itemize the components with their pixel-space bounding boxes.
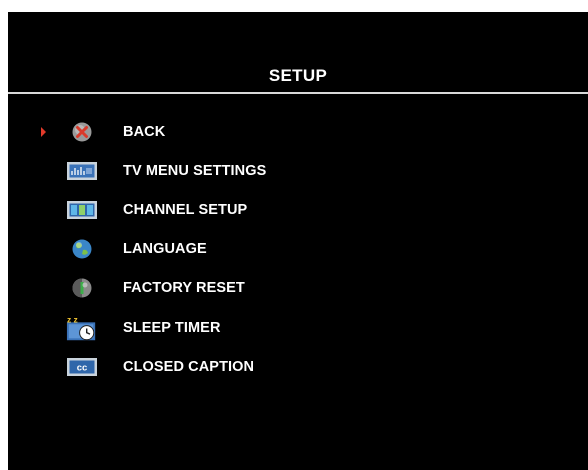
back-icon bbox=[66, 119, 98, 145]
menu-item-sleep-timer[interactable]: z z SLEEP TIMER bbox=[8, 308, 588, 347]
menu-item-closed-caption[interactable]: cc CLOSED CAPTION bbox=[8, 347, 588, 386]
menu-item-label: SLEEP TIMER bbox=[123, 319, 221, 336]
menu-item-label: CHANNEL SETUP bbox=[123, 201, 248, 218]
cc-label: cc bbox=[77, 362, 88, 373]
menu-item-label: LANGUAGE bbox=[123, 241, 207, 258]
setup-menu-panel: SETUP BACK TV MENU SETTINGS CHANNEL SETU… bbox=[8, 12, 588, 470]
language-icon bbox=[66, 236, 98, 262]
closed-caption-icon: cc bbox=[66, 354, 98, 380]
menu-item-channel-setup[interactable]: CHANNEL SETUP bbox=[8, 190, 588, 229]
tv-menu-settings-icon bbox=[66, 158, 98, 184]
menu-item-label: TV MENU SETTINGS bbox=[123, 162, 267, 179]
menu-item-label: CLOSED CAPTION bbox=[123, 358, 255, 375]
channel-setup-icon bbox=[66, 197, 98, 223]
menu-item-label: BACK bbox=[123, 123, 166, 140]
menu-title: SETUP bbox=[268, 66, 328, 85]
title-divider bbox=[8, 92, 588, 94]
sleep-timer-icon: z z bbox=[66, 314, 98, 341]
menu-item-factory-reset[interactable]: FACTORY RESET bbox=[8, 269, 588, 308]
menu-item-back[interactable]: BACK bbox=[8, 112, 588, 151]
factory-reset-icon bbox=[66, 275, 98, 301]
sleep-zz-label: z z bbox=[67, 314, 78, 324]
menu-item-tv-menu-settings[interactable]: TV MENU SETTINGS bbox=[8, 151, 588, 190]
setup-menu-list: BACK TV MENU SETTINGS CHANNEL SETUP LANG… bbox=[8, 112, 588, 386]
menu-item-label: FACTORY RESET bbox=[123, 280, 245, 297]
selection-cursor-icon bbox=[41, 126, 46, 137]
menu-item-language[interactable]: LANGUAGE bbox=[8, 230, 588, 269]
